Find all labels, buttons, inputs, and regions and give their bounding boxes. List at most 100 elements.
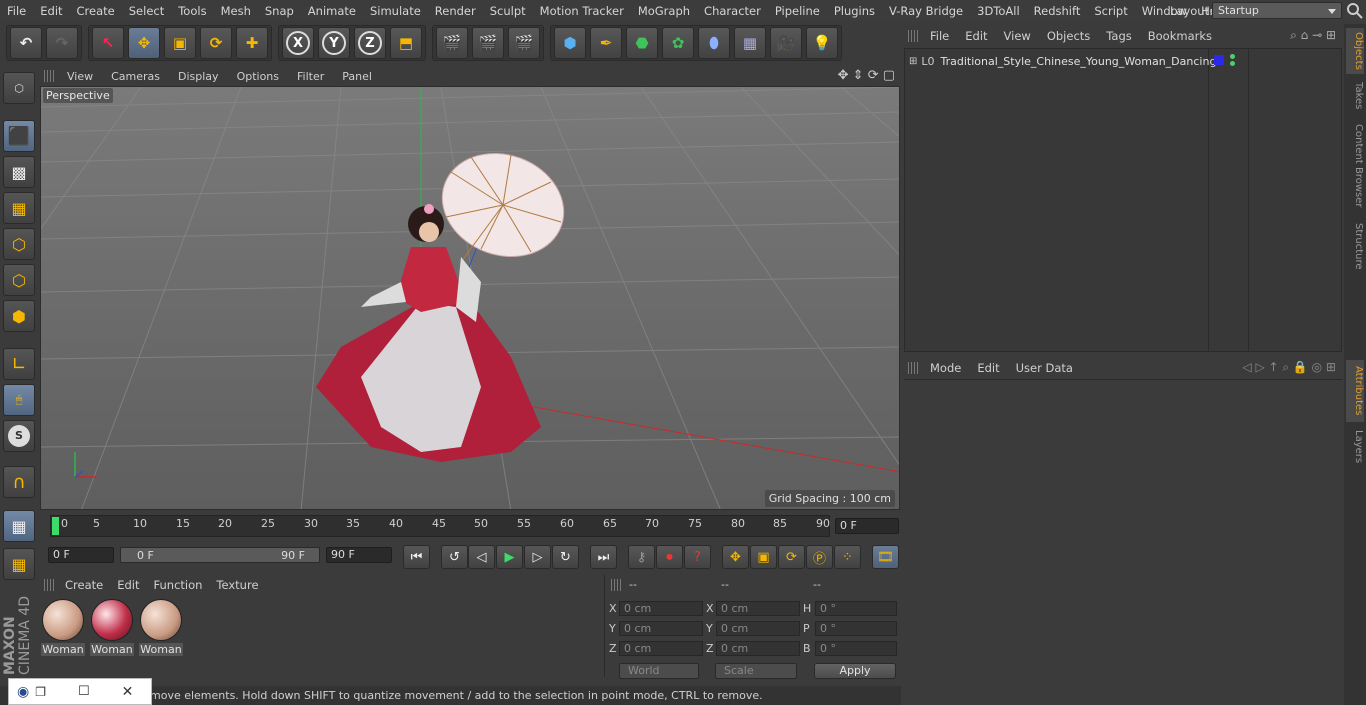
viewport-menu-panel[interactable]: Panel — [333, 70, 381, 83]
size-mode-dropdown[interactable]: Scale — [715, 663, 797, 679]
next-key-button[interactable]: ↻ — [552, 545, 579, 569]
viewport-menu-options[interactable]: Options — [228, 70, 288, 83]
render-visibility-dot[interactable] — [1230, 61, 1235, 66]
restore-icon[interactable]: ❐ — [35, 685, 46, 699]
layout-dropdown[interactable]: Startup — [1212, 2, 1342, 19]
menu-animate[interactable]: Animate — [301, 0, 363, 22]
points-mode-button[interactable]: ⬡ — [3, 228, 35, 260]
pos-x-field[interactable]: 0 cm — [619, 601, 703, 616]
menu-tools[interactable]: Tools — [171, 0, 213, 22]
current-frame-field[interactable]: 0 F — [835, 518, 899, 534]
tab-objects[interactable]: Objects — [1346, 28, 1364, 74]
snapping-button[interactable]: ∩ — [3, 466, 35, 498]
workplane-mode-button[interactable]: ▦ — [3, 192, 35, 224]
move-tool-button[interactable]: ✥ — [128, 27, 160, 59]
obj-menu-file[interactable]: File — [922, 29, 957, 43]
end-frame-field[interactable]: 90 F — [326, 547, 392, 563]
apply-button[interactable]: Apply — [814, 663, 896, 679]
tweak-mode-button[interactable]: 🖱 — [3, 384, 35, 416]
camera-label[interactable]: Perspective — [43, 88, 113, 103]
viewport-menu-display[interactable]: Display — [169, 70, 228, 83]
attr-menu-user-data[interactable]: User Data — [1008, 361, 1081, 375]
rot-b-field[interactable]: 0 ° — [815, 641, 897, 656]
render-settings-button[interactable]: 🎬 — [508, 27, 540, 59]
attribute-manager-tool-icons[interactable]: ◁ ▷ ↑ ⌕ 🔒 ◎ ⊞ — [1242, 360, 1336, 375]
camera-button[interactable]: 🎥 — [770, 27, 802, 59]
frame-ticks[interactable]: 0 5 10 15 20 25 30 35 40 45 50 55 60 65 … — [50, 515, 830, 537]
material-menu-edit[interactable]: Edit — [110, 578, 146, 592]
menu-vray-bridge[interactable]: V-Ray Bridge — [882, 0, 970, 22]
coordinate-system-button[interactable]: ⬒ — [390, 27, 422, 59]
material-swatch[interactable]: Woman — [139, 599, 183, 656]
record-active-button[interactable]: ⚷ — [628, 545, 655, 569]
scale-tool-button[interactable]: ▣ — [164, 27, 196, 59]
model-mode-button[interactable]: ⬛ — [3, 120, 35, 152]
edges-mode-button[interactable]: ⬡ — [3, 264, 35, 296]
menu-simulate[interactable]: Simulate — [363, 0, 428, 22]
attr-menu-mode[interactable]: Mode — [922, 361, 969, 375]
workplane-snap-button[interactable]: ▦ — [3, 510, 35, 542]
material-menu-function[interactable]: Function — [147, 578, 210, 592]
solo-mode-button[interactable]: S — [3, 420, 35, 452]
size-y-field[interactable]: 0 cm — [716, 621, 800, 636]
size-x-field[interactable]: 0 cm — [716, 601, 800, 616]
y-axis-lock-button[interactable]: Y — [318, 27, 350, 59]
keyframe-selection-button[interactable]: ? — [684, 545, 711, 569]
pos-z-field[interactable]: 0 cm — [619, 641, 703, 656]
cloner-button[interactable]: ✿ — [662, 27, 694, 59]
current-frame-marker[interactable] — [52, 517, 59, 535]
frame-range-slider[interactable]: 0 F 90 F — [120, 547, 320, 563]
autokey-button[interactable]: ⏺ — [656, 545, 683, 569]
menu-pipeline[interactable]: Pipeline — [768, 0, 827, 22]
x-axis-lock-button[interactable]: X — [282, 27, 314, 59]
quantize-button[interactable]: ▦ — [3, 548, 35, 580]
coordinate-space-dropdown[interactable]: World — [619, 663, 699, 679]
goto-end-button[interactable]: ⏭ — [590, 545, 617, 569]
prev-key-button[interactable]: ↺ — [441, 545, 468, 569]
tab-takes[interactable]: Takes — [1346, 78, 1364, 114]
pos-y-field[interactable]: 0 cm — [619, 621, 703, 636]
obj-menu-objects[interactable]: Objects — [1039, 29, 1098, 43]
pen-spline-button[interactable]: ✒ — [590, 27, 622, 59]
viewport-menu-filter[interactable]: Filter — [288, 70, 333, 83]
next-frame-button[interactable]: ▷ — [524, 545, 551, 569]
viewport-navigation-icons[interactable]: ✥ ⇕ ⟳ ▢ — [838, 68, 895, 83]
menu-motion-tracker[interactable]: Motion Tracker — [533, 0, 631, 22]
menu-mograph[interactable]: MoGraph — [631, 0, 697, 22]
key-pla-button[interactable]: ⁘ — [834, 545, 861, 569]
search-icon[interactable] — [1346, 2, 1364, 20]
render-picture-viewer-button[interactable]: 🎬 — [472, 27, 504, 59]
obj-menu-bookmarks[interactable]: Bookmarks — [1140, 29, 1220, 43]
key-position-button[interactable]: ✥ — [722, 545, 749, 569]
menu-render[interactable]: Render — [428, 0, 483, 22]
prev-frame-button[interactable]: ◁ — [468, 545, 495, 569]
material-menu-create[interactable]: Create — [58, 578, 110, 592]
menu-file[interactable]: File — [0, 0, 33, 22]
viewport-menu-cameras[interactable]: Cameras — [102, 70, 169, 83]
menu-redshift[interactable]: Redshift — [1027, 0, 1088, 22]
rot-p-field[interactable]: 0 ° — [815, 621, 897, 636]
menu-character[interactable]: Character — [697, 0, 768, 22]
redo-button[interactable]: ↷ — [46, 27, 78, 59]
timeline-ruler[interactable]: 0 5 10 15 20 25 30 35 40 45 50 55 60 65 … — [40, 512, 901, 540]
tab-content-browser[interactable]: Content Browser — [1346, 120, 1364, 212]
object-row[interactable]: ⊞ L0 Traditional_Style_Chinese_Young_Wom… — [905, 52, 1216, 70]
transform-tool-button[interactable]: ✚ — [236, 27, 268, 59]
layer-color-icon[interactable] — [1214, 55, 1224, 65]
rot-h-field[interactable]: 0 ° — [815, 601, 897, 616]
tab-attributes[interactable]: Attributes — [1346, 360, 1364, 422]
material-swatch[interactable]: Woman — [41, 599, 85, 656]
tab-structure[interactable]: Structure — [1346, 218, 1364, 274]
size-z-field[interactable]: 0 cm — [716, 641, 800, 656]
axis-mode-button[interactable]: ∟ — [3, 348, 35, 380]
editor-visibility-dot[interactable] — [1230, 54, 1235, 59]
menu-create[interactable]: Create — [70, 0, 122, 22]
goto-start-button[interactable]: ⏮ — [403, 545, 430, 569]
rotate-tool-button[interactable]: ⟳ — [200, 27, 232, 59]
menu-select[interactable]: Select — [122, 0, 171, 22]
subdivision-button[interactable]: ⬣ — [626, 27, 658, 59]
tab-layers[interactable]: Layers — [1346, 426, 1364, 466]
menu-snap[interactable]: Snap — [258, 0, 301, 22]
texture-mode-button[interactable]: ▩ — [3, 156, 35, 188]
cube-object-button[interactable]: ⬢ — [554, 27, 586, 59]
